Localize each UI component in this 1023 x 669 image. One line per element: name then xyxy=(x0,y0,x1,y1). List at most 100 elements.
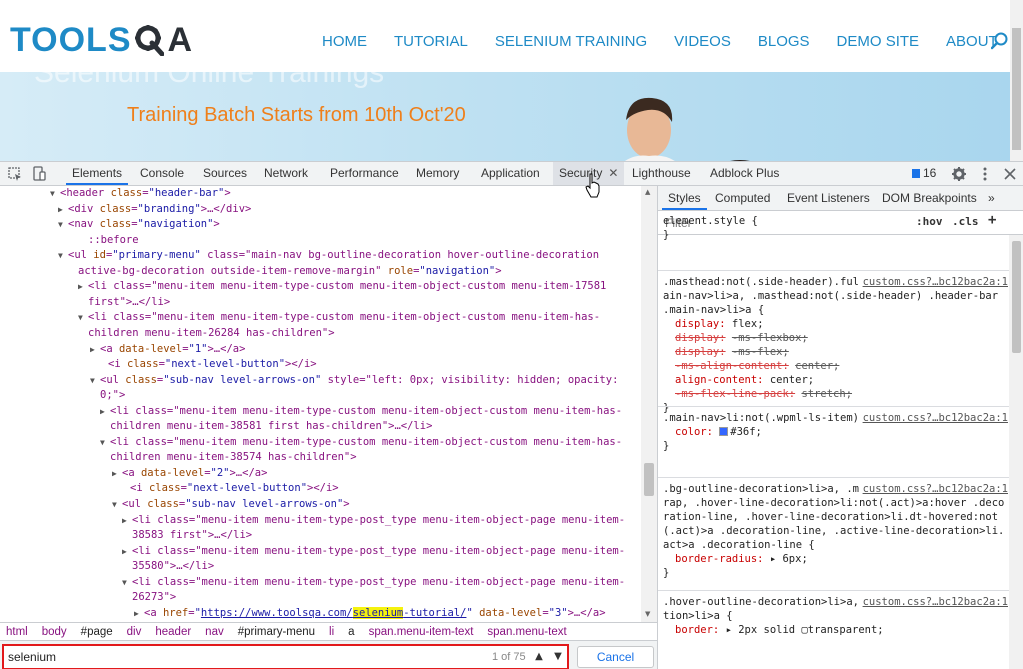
dom-line[interactable]: <i class="next-level-button"></i> xyxy=(120,481,339,496)
css-property[interactable]: color: #36f; xyxy=(663,425,1008,439)
crumb-span-menu-item-text[interactable]: span.menu-item-text xyxy=(369,626,474,638)
tab-styles[interactable]: Styles xyxy=(662,186,707,210)
crumb-div[interactable]: div xyxy=(127,626,142,638)
collapsed-arrow-icon[interactable]: ▶ xyxy=(58,202,68,217)
menu-selenium-training[interactable]: SELENIUM TRAINING xyxy=(495,33,647,50)
styles-scrollbar-thumb[interactable] xyxy=(1012,241,1021,353)
dom-line[interactable]: ▼ <nav class="navigation"> xyxy=(58,217,220,232)
collapsed-arrow-icon[interactable]: ▶ xyxy=(122,544,132,559)
menu-tutorial[interactable]: TUTORIAL xyxy=(394,33,468,50)
close-tab-icon[interactable]: ✕ xyxy=(608,166,618,180)
rule-source-link[interactable]: custom.css?…bc12bac2a:1 xyxy=(858,595,1008,609)
expanded-arrow-icon[interactable]: ▼ xyxy=(58,248,68,263)
toolsqa-logo[interactable]: TOOLS A xyxy=(10,20,192,60)
dom-line[interactable]: ▼ <header class="header-bar"> xyxy=(50,186,231,201)
menu-blogs[interactable]: BLOGS xyxy=(758,33,810,50)
device-toolbar-icon[interactable] xyxy=(31,166,47,182)
crumb-li[interactable]: li xyxy=(329,626,334,638)
tab-performance[interactable]: Performance xyxy=(330,162,399,185)
dom-line[interactable]: ▼ <li class="menu-item menu-item-type-cus… xyxy=(78,310,600,325)
tab-dom-breakpoints[interactable]: DOM Breakpoints xyxy=(882,186,977,210)
dom-scrollbar[interactable]: ▲ ▼ xyxy=(641,186,657,622)
tab-sources[interactable]: Sources xyxy=(203,162,247,185)
dom-line[interactable]: 38583 first">…</li> xyxy=(122,528,252,543)
collapsed-arrow-icon[interactable]: ▶ xyxy=(100,404,110,419)
collapsed-arrow-icon[interactable]: ▶ xyxy=(134,606,144,621)
dom-tree[interactable]: ▼ <header class="header-bar"> ▶ <div class=… xyxy=(0,186,657,622)
tab-computed[interactable]: Computed xyxy=(715,186,770,210)
dom-line[interactable]: ▶ <a href="https://www.toolsqa.com/seleni… xyxy=(134,606,606,621)
css-property[interactable]: border: ▸ 2px solid ▢transparent; xyxy=(663,623,1008,637)
search-input[interactable] xyxy=(8,649,478,665)
crumb-primary-menu[interactable]: #primary-menu xyxy=(238,626,315,638)
css-property[interactable]: align-content: center; xyxy=(663,373,1008,387)
dom-line[interactable]: <i class="next-level-button"></i> xyxy=(98,357,317,372)
dom-line[interactable]: ▶ <div class="branding">…</div> xyxy=(58,202,251,217)
css-rule[interactable]: .bg-outline-decoration>li>a, .main-nav>l… xyxy=(663,482,1008,580)
expanded-arrow-icon[interactable]: ▼ xyxy=(90,373,100,388)
css-rule[interactable]: element.style {} xyxy=(663,214,1008,242)
expanded-arrow-icon[interactable]: ▼ xyxy=(100,435,110,450)
rule-source-link[interactable]: custom.css?…bc12bac2a:1 xyxy=(858,482,1008,496)
css-rule[interactable]: .hover-outline-decoration>li>a, .active-… xyxy=(663,595,1008,637)
dom-line[interactable]: ▼ <ul class="sub-nav level-arrows-on"> xyxy=(112,497,350,512)
color-swatch[interactable] xyxy=(719,427,729,436)
dom-line[interactable]: ::before xyxy=(78,233,139,248)
collapsed-arrow-icon[interactable]: ▶ xyxy=(90,342,100,357)
dom-line[interactable]: ▶ <li class="menu-item menu-item-type-cus… xyxy=(100,404,622,419)
dom-line[interactable]: ▼ <li class="menu-item menu-item-type-pos… xyxy=(122,575,625,590)
dom-line[interactable]: 26273"> xyxy=(122,590,176,605)
scroll-down-icon[interactable]: ▼ xyxy=(645,610,650,618)
css-rule[interactable]: .main-nav>li:not(.wpml-ls-item)>a {custo… xyxy=(663,411,1008,453)
tab-memory[interactable]: Memory xyxy=(416,162,459,185)
menu-home[interactable]: HOME xyxy=(322,33,367,50)
dom-line[interactable]: children menu-item-38581 first has-child… xyxy=(100,419,432,434)
settings-gear-icon[interactable] xyxy=(951,166,967,182)
tab-console[interactable]: Console xyxy=(140,162,184,185)
dom-line[interactable]: active-bg-decoration outside-item-remove… xyxy=(68,264,502,279)
dom-line[interactable]: ▶ <a data-level="2">…</a> xyxy=(112,466,267,481)
scroll-up-icon[interactable]: ▲ xyxy=(645,188,650,196)
css-property[interactable]: display: flex; xyxy=(663,317,1008,331)
menu-demo-site[interactable]: DEMO SITE xyxy=(837,33,920,50)
dom-line[interactable]: first">…</li> xyxy=(78,295,170,310)
css-property[interactable]: -ms-align-content: center; xyxy=(663,359,1008,373)
more-options-icon[interactable] xyxy=(977,166,993,182)
collapsed-arrow-icon[interactable]: ▶ xyxy=(112,466,122,481)
expanded-arrow-icon[interactable]: ▼ xyxy=(78,310,88,325)
dom-line[interactable]: ▼ <li class="menu-item menu-item-type-cus… xyxy=(100,435,622,450)
dom-line[interactable]: children menu-item-38574 has-children"> xyxy=(100,450,357,465)
crumb-body[interactable]: body xyxy=(42,626,67,638)
crumb-span-menu-text[interactable]: span.menu-text xyxy=(487,626,566,638)
dom-line[interactable]: ▼ <ul id="primary-menu" class="main-nav b… xyxy=(58,248,599,263)
search-icon[interactable] xyxy=(991,32,1009,50)
dom-line[interactable]: ▶ <li class="menu-item menu-item-type-cus… xyxy=(78,279,606,294)
css-property[interactable]: border-radius: ▸ 6px; xyxy=(663,552,1008,566)
crumb-nav[interactable]: nav xyxy=(205,626,224,638)
css-property[interactable]: display: -ms-flex; xyxy=(663,345,1008,359)
dom-line[interactable]: ▶ <a data-level="1">…</a> xyxy=(90,342,245,357)
css-property[interactable]: display: -ms-flexbox; xyxy=(663,331,1008,345)
tab-elements[interactable]: Elements xyxy=(66,162,129,185)
collapsed-arrow-icon[interactable]: ▶ xyxy=(122,513,132,528)
page-scrollbar-thumb[interactable] xyxy=(1012,28,1021,150)
tab-adblock-plus[interactable]: Adblock Plus xyxy=(710,162,779,185)
dom-line[interactable]: children menu-item-26284 has-children"> xyxy=(78,326,335,341)
dom-line[interactable]: 35580">…</li> xyxy=(122,559,214,574)
inspect-element-icon[interactable] xyxy=(7,166,23,182)
css-property[interactable]: -ms-flex-line-pack: stretch; xyxy=(663,387,1008,401)
tab-network[interactable]: Network xyxy=(264,162,308,185)
tab-event-listeners[interactable]: Event Listeners xyxy=(787,186,870,210)
expanded-arrow-icon[interactable]: ▼ xyxy=(122,575,132,590)
tab-lighthouse[interactable]: Lighthouse xyxy=(632,162,691,185)
dom-line[interactable]: ▶ <li class="menu-item menu-item-type-pos… xyxy=(122,544,625,559)
tab-application[interactable]: Application xyxy=(481,162,540,185)
rule-source-link[interactable]: custom.css?…bc12bac2a:1 xyxy=(858,275,1008,289)
issues-counter[interactable]: 16 xyxy=(912,162,936,185)
dom-line[interactable]: 0;"> xyxy=(90,388,125,403)
training-banner[interactable]: Selenium Online Trainings Training Batch… xyxy=(0,72,1010,161)
crumb-header[interactable]: header xyxy=(155,626,191,638)
expanded-arrow-icon[interactable]: ▼ xyxy=(58,217,68,232)
dom-line[interactable]: ▶ <li class="menu-item menu-item-type-pos… xyxy=(122,513,625,528)
expanded-arrow-icon[interactable]: ▼ xyxy=(112,497,122,512)
